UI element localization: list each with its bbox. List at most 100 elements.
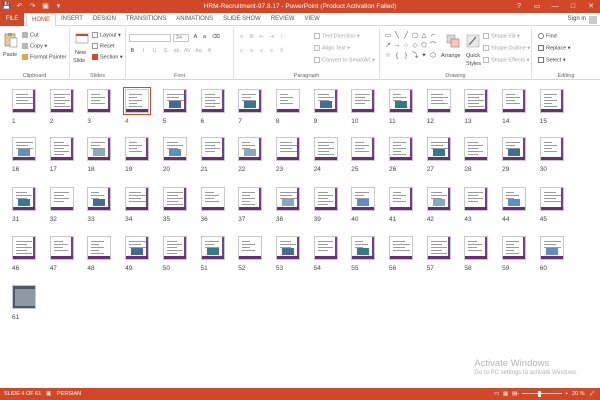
slide-thumbnail[interactable]	[200, 187, 225, 211]
slide-thumbnail[interactable]	[162, 187, 187, 211]
shape-brace-right-icon[interactable]: }	[402, 52, 410, 59]
language-indicator[interactable]: PERSIAN	[57, 388, 81, 400]
font-size-field[interactable]: 24	[173, 34, 189, 42]
shape-elbow-icon[interactable]: ⌐	[429, 32, 437, 39]
shape-brace-left-icon[interactable]: {	[393, 52, 401, 59]
new-slide-icon[interactable]	[75, 32, 89, 46]
slide-thumbnail[interactable]	[87, 236, 112, 260]
tab-home[interactable]: HOME	[26, 13, 56, 27]
slide-thumbnail[interactable]	[275, 187, 300, 211]
decrease-indent-icon[interactable]: ⇤	[258, 34, 265, 41]
slide-thumbnail[interactable]	[464, 89, 489, 113]
strikethrough-button[interactable]: S	[162, 48, 169, 55]
quick-styles-icon[interactable]	[466, 34, 480, 48]
slide-thumbnail[interactable]	[125, 236, 150, 260]
new-slide-label[interactable]: New	[75, 50, 86, 56]
minimize-button[interactable]: —	[546, 0, 564, 13]
slide-thumbnail[interactable]	[426, 137, 451, 161]
view-sorter-icon[interactable]: ▦	[503, 388, 508, 400]
slide-thumbnail[interactable]	[502, 187, 527, 211]
tab-slide-show[interactable]: SLIDE SHOW	[218, 13, 266, 26]
slide-thumbnail[interactable]	[351, 137, 376, 161]
slide-thumbnail[interactable]	[389, 236, 413, 260]
slide-thumbnail[interactable]	[426, 187, 451, 211]
tab-transitions[interactable]: TRANSITIONS	[121, 13, 171, 26]
shape-fill-button[interactable]: Shape Fill ▾	[483, 33, 520, 39]
slide-thumbnail[interactable]	[49, 187, 74, 211]
sign-in-link[interactable]: Sign in	[568, 13, 586, 26]
slide-thumbnail[interactable]	[49, 137, 74, 161]
shape-arrow-ne-icon[interactable]: ↗	[384, 42, 392, 49]
user-avatar-icon[interactable]	[589, 16, 597, 24]
slide-thumbnail[interactable]	[12, 236, 36, 260]
zoom-level[interactable]: 20 %	[572, 388, 585, 400]
slide-thumbnail[interactable]	[49, 89, 74, 113]
shape-rounded-rect-icon[interactable]: ▢	[411, 32, 419, 39]
justify-icon[interactable]: ≡	[268, 48, 275, 55]
slide-thumbnail[interactable]	[87, 187, 112, 211]
tab-design[interactable]: DESIGN	[88, 13, 121, 26]
slide-thumbnail[interactable]	[389, 187, 413, 211]
select-button[interactable]: Select ▾	[538, 57, 566, 63]
tab-animations[interactable]: ANIMATIONS	[171, 13, 218, 26]
slide-thumbnail[interactable]	[275, 137, 300, 161]
quick-styles-label[interactable]: Quick	[466, 53, 480, 59]
slide-thumbnail[interactable]	[426, 236, 451, 260]
font-color-button[interactable]: A	[206, 48, 213, 55]
increase-indent-icon[interactable]: ⇥	[268, 34, 275, 41]
slide-thumbnail[interactable]	[351, 187, 376, 211]
slide-thumbnail[interactable]	[162, 89, 187, 113]
shrink-font-button[interactable]: a	[201, 34, 208, 41]
tab-file[interactable]: FILE	[0, 13, 24, 26]
shape-star-icon[interactable]: ☆	[384, 52, 392, 59]
slide-thumbnail[interactable]	[313, 187, 338, 211]
text-direction-button[interactable]: Text Direction ▾	[314, 33, 360, 39]
slide-thumbnail[interactable]	[87, 137, 112, 161]
font-name-field[interactable]	[129, 34, 171, 42]
slide-thumbnail[interactable]	[125, 137, 150, 161]
slide-thumbnail[interactable]	[275, 236, 300, 260]
slide-thumbnail[interactable]	[539, 187, 564, 211]
slide-thumbnail[interactable]	[313, 89, 338, 113]
slide-thumbnail[interactable]	[275, 89, 300, 113]
view-normal-icon[interactable]: ▭	[494, 388, 499, 400]
shape-oval-icon[interactable]: ○	[402, 42, 410, 49]
tab-insert[interactable]: INSERT	[56, 13, 88, 26]
bold-button[interactable]: B	[129, 48, 136, 55]
shape-rectangle-icon[interactable]: ▭	[384, 32, 392, 39]
shape-line-icon[interactable]: ╲	[393, 32, 401, 39]
slide-thumbnail[interactable]	[12, 187, 36, 211]
shape-diamond-icon[interactable]: ◇	[411, 42, 419, 49]
zoom-in-button[interactable]: +	[565, 388, 568, 400]
italic-button[interactable]: I	[140, 48, 147, 55]
proofing-icon[interactable]: ▣	[46, 388, 51, 400]
slide-thumbnail[interactable]	[238, 236, 263, 260]
tab-view[interactable]: VIEW	[300, 13, 325, 26]
slide-thumbnail[interactable]	[464, 236, 489, 260]
copy-button[interactable]: Copy ▾	[22, 43, 47, 49]
paste-icon[interactable]	[4, 32, 18, 48]
zoom-slider[interactable]	[522, 393, 562, 394]
shape-pentagon-icon[interactable]: ⬠	[420, 42, 428, 49]
slide-thumbnail[interactable]	[162, 236, 187, 260]
align-center-icon[interactable]: ≡	[248, 48, 255, 55]
slide-thumbnail[interactable]	[162, 137, 187, 161]
change-case-button[interactable]: Aa	[195, 48, 202, 55]
new-slide-label-2[interactable]: Slide	[73, 58, 85, 64]
slide-thumbnail[interactable]	[313, 236, 338, 260]
slide-thumbnail[interactable]	[200, 236, 225, 260]
layout-button[interactable]: Layout ▾	[92, 32, 121, 38]
shape-sparkle-icon[interactable]: ✦	[420, 52, 428, 59]
paste-button[interactable]: Paste	[3, 52, 17, 58]
ribbon-display-button[interactable]: ▭	[528, 0, 546, 13]
slide-thumbnail[interactable]	[49, 236, 74, 260]
underline-button[interactable]: U	[151, 48, 158, 55]
align-right-icon[interactable]: ≡	[258, 48, 265, 55]
slide-thumbnail[interactable]	[238, 187, 263, 211]
slide-thumbnail[interactable]	[125, 187, 150, 211]
quick-styles-label-2[interactable]: Styles	[466, 61, 481, 67]
line-spacing-icon[interactable]: ↕	[278, 34, 285, 41]
arrange-icon[interactable]	[446, 34, 460, 48]
slide-thumbnail[interactable]	[426, 89, 451, 113]
close-button[interactable]: ✕	[582, 0, 600, 13]
